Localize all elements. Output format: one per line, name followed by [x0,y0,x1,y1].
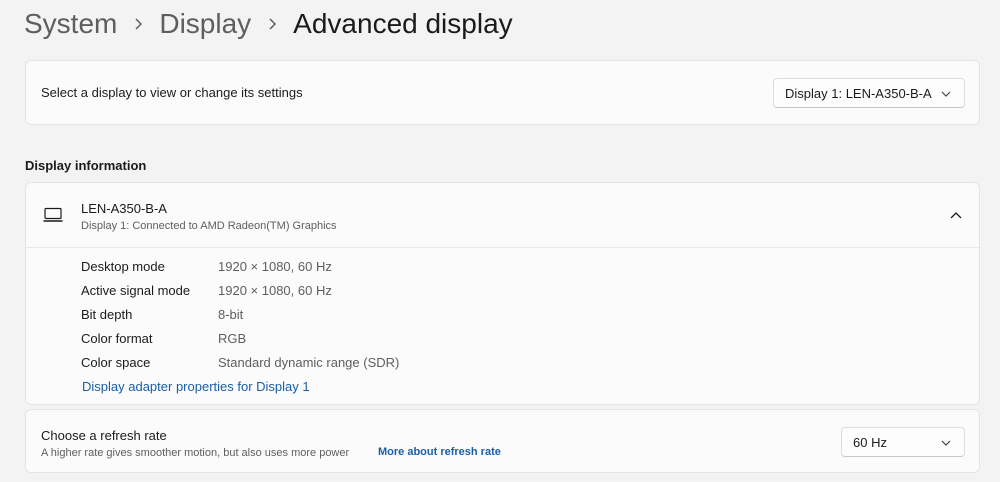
refresh-rate-dropdown[interactable]: 60 Hz [841,427,965,457]
breadcrumb-system[interactable]: System [24,8,117,40]
select-display-card: Select a display to view or change its s… [25,60,980,125]
breadcrumb: System Display Advanced display [24,6,513,42]
info-row-color-format: Color format RGB [81,331,961,355]
info-value: 1920 × 1080, 60 Hz [218,283,332,298]
display-select-dropdown[interactable]: Display 1: LEN-A350-B-A [773,78,965,108]
info-row-color-space: Color space Standard dynamic range (SDR) [81,355,961,379]
page-title: Advanced display [293,8,513,39]
more-about-refresh-rate-link[interactable]: More about refresh rate [378,446,501,458]
info-value: RGB [218,331,247,346]
refresh-rate-value: 60 Hz [853,434,887,450]
chevron-down-icon [941,440,951,446]
display-information-details: Desktop mode 1920 × 1080, 60 Hz Active s… [81,259,961,379]
display-adapter-properties-link[interactable]: Display adapter properties for Display 1 [82,379,310,394]
display-connection: Display 1: Connected to AMD Radeon(TM) G… [81,220,337,232]
info-key: Bit depth [81,307,133,322]
info-row-active-signal-mode: Active signal mode 1920 × 1080, 60 Hz [81,283,961,307]
info-row-bit-depth: Bit depth 8-bit [81,307,961,331]
info-key: Color format [81,331,153,346]
info-key: Desktop mode [81,259,165,274]
section-title-display-information: Display information [25,158,147,173]
info-value: 1920 × 1080, 60 Hz [218,259,332,274]
chevron-down-icon [941,91,951,97]
chevron-up-icon[interactable] [947,207,965,225]
display-information-card: LEN-A350-B-A Display 1: Connected to AMD… [25,182,980,405]
info-value: Standard dynamic range (SDR) [218,355,400,370]
display-information-header[interactable]: LEN-A350-B-A Display 1: Connected to AMD… [26,183,979,248]
refresh-rate-description: A higher rate gives smoother motion, but… [41,447,350,459]
select-display-label: Select a display to view or change its s… [41,85,303,100]
breadcrumb-display[interactable]: Display [159,8,251,40]
info-key: Color space [81,355,151,370]
chevron-right-icon [117,6,159,42]
display-select-value: Display 1: LEN-A350-B-A [785,85,932,101]
refresh-rate-title: Choose a refresh rate [41,428,167,443]
display-name: LEN-A350-B-A [81,201,167,216]
info-key: Active signal mode [81,283,191,298]
advanced-display-page: System Display Advanced display Select a… [0,0,1000,482]
monitor-icon [43,207,63,222]
chevron-right-icon [251,6,293,42]
info-value: 8-bit [218,307,244,322]
refresh-rate-card: Choose a refresh rate A higher rate give… [25,409,980,473]
info-row-desktop-mode: Desktop mode 1920 × 1080, 60 Hz [81,259,961,283]
